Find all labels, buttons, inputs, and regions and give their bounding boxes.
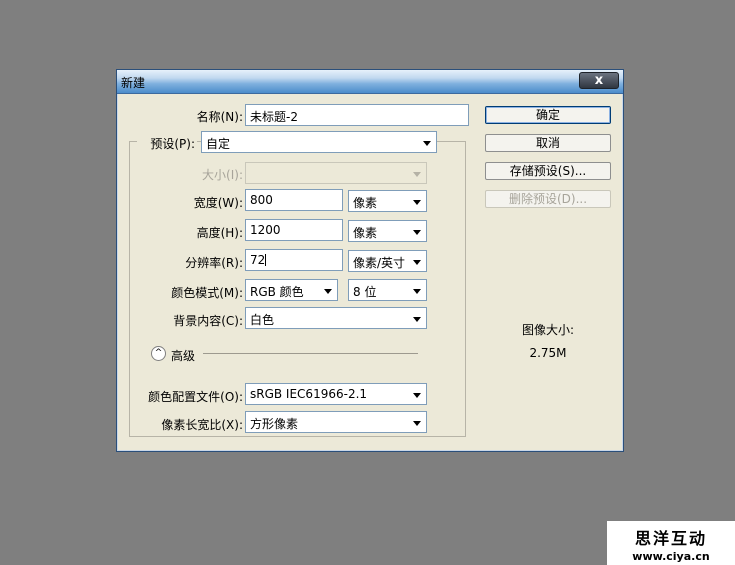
height-unit-select[interactable]: 像素 [348,220,427,242]
color-mode-value: RGB 颜色 [250,285,304,299]
chevron-down-icon [324,289,332,294]
dialog-title: 新建 [121,76,146,90]
advanced-divider [203,353,418,354]
width-unit-value: 像素 [353,196,378,210]
resolution-value: 72 [250,253,266,267]
chevron-down-icon [413,317,421,322]
pixel-aspect-label: 像素长宽比(X): [161,418,243,432]
resolution-label: 分辨率(R): [185,256,243,270]
size-select [245,162,427,184]
preset-select[interactable]: 自定 [201,131,437,153]
watermark-logo: 思洋互动 www.ciya.cn [607,521,735,565]
color-profile-select[interactable]: sRGB IEC61966-2.1 [245,383,427,405]
color-mode-select[interactable]: RGB 颜色 [245,279,338,301]
cancel-button[interactable]: 取消 [485,134,611,152]
width-input[interactable]: 800 [245,189,343,211]
pixel-aspect-select[interactable]: 方形像素 [245,411,427,433]
preset-value: 自定 [206,137,231,151]
height-unit-value: 像素 [353,226,378,240]
watermark-url: www.ciya.cn [632,550,710,563]
chevron-down-icon [413,230,421,235]
image-size-label: 图像大小: [521,323,575,337]
background-value: 白色 [250,313,275,327]
color-profile-value: sRGB IEC61966-2.1 [250,387,368,401]
background-label: 背景内容(C): [173,314,243,328]
image-size-value: 2.75M [529,346,567,360]
resolution-input[interactable]: 72 [245,249,343,271]
delete-preset-button: 删除预设(D)... [485,190,611,208]
text-cursor [265,254,267,266]
ok-button[interactable]: 确定 [485,106,611,124]
chevron-down-icon [413,393,421,398]
height-label: 高度(H): [196,226,243,240]
pixel-aspect-value: 方形像素 [250,417,299,431]
resolution-unit-value: 像素/英寸 [353,256,406,270]
save-preset-button[interactable]: 存储预设(S)... [485,162,611,180]
color-mode-label: 颜色模式(M): [171,286,243,300]
chevron-down-icon [413,260,421,265]
resolution-unit-select[interactable]: 像素/英寸 [348,250,427,272]
dialog-titlebar[interactable]: 新建 x [117,70,623,94]
expand-advanced-icon[interactable]: ^ [151,346,166,361]
close-icon: x [594,73,604,88]
chevron-down-icon [423,141,431,146]
height-input[interactable]: 1200 [245,219,343,241]
advanced-label[interactable]: 高级 [171,347,195,364]
new-document-dialog: 新建 x 名称(N): 未标题-2 预设(P): 自定 大小(I): 宽度(W)… [116,69,624,452]
background-select[interactable]: 白色 [245,307,427,329]
bit-depth-value: 8 位 [353,285,377,299]
chevron-down-icon [413,289,421,294]
chevron-down-icon [413,200,421,205]
color-profile-label: 颜色配置文件(O): [148,390,243,404]
name-label: 名称(N): [196,110,243,124]
width-label: 宽度(W): [193,196,243,210]
chevron-down-icon [413,421,421,426]
watermark-title: 思洋互动 [634,529,707,548]
close-button[interactable]: x [579,72,619,89]
size-label: 大小(I): [202,168,243,182]
bit-depth-select[interactable]: 8 位 [348,279,427,301]
chevron-down-icon [413,172,421,177]
name-input[interactable]: 未标题-2 [245,104,469,126]
width-unit-select[interactable]: 像素 [348,190,427,212]
preset-label: 预设(P): [137,135,197,152]
